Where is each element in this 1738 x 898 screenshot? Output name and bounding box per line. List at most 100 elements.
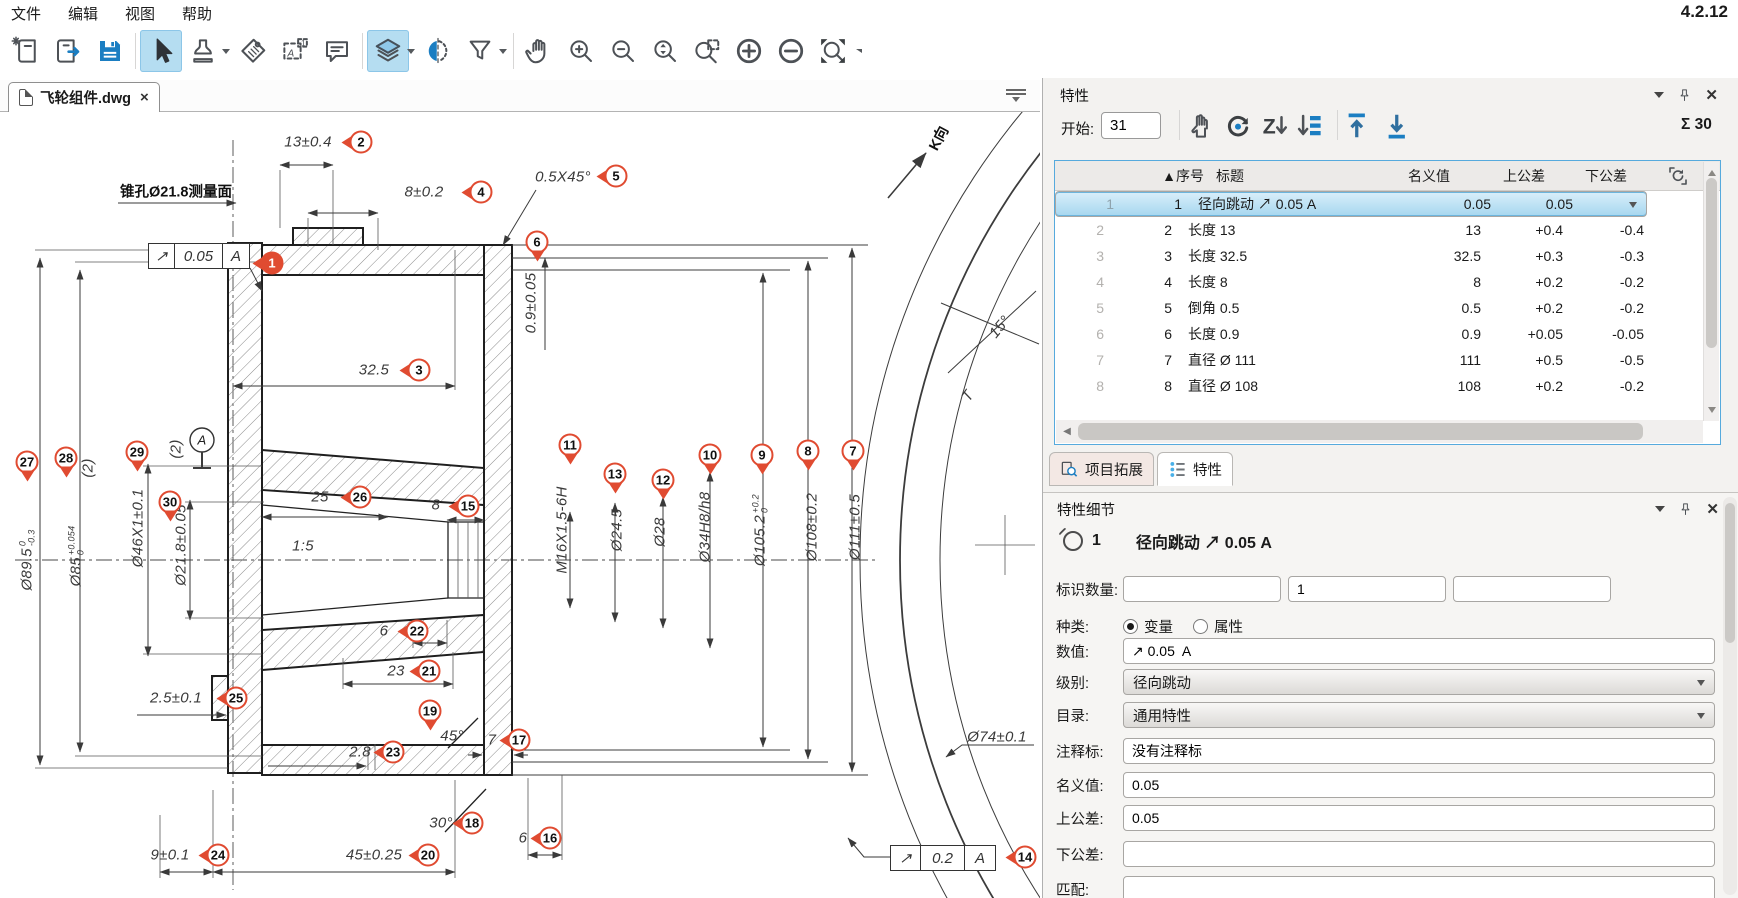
table-row[interactable]: 33长度 32.532.5+0.3-0.3 — [1055, 243, 1720, 269]
catalog-select[interactable]: 通用特性 — [1123, 702, 1715, 728]
detail-vertical-scrollbar[interactable] — [1723, 497, 1737, 895]
filter-dropdown-caret[interactable] — [499, 49, 507, 58]
panel-pin-icon[interactable] — [1677, 88, 1692, 103]
balloon-17[interactable]: 17 — [500, 729, 531, 752]
id-count-input-2[interactable] — [1288, 576, 1446, 602]
tab-close-icon[interactable]: × — [140, 89, 149, 106]
id-count-input-1[interactable] — [1123, 576, 1281, 602]
sort-z-icon[interactable]: Z — [1259, 111, 1289, 141]
scroll-left-arrow[interactable]: ◀ — [1056, 420, 1078, 443]
mirror-button[interactable] — [417, 30, 459, 72]
balloon-15[interactable]: 15 — [449, 495, 480, 518]
col-seq[interactable]: ▲序号 — [1120, 166, 1208, 186]
note-input[interactable] — [1123, 738, 1715, 764]
save-button[interactable] — [89, 30, 131, 72]
characteristics-table[interactable]: ▲序号 标题 名义值 上公差 下公差 11径向跳动 ↗ 0.05 A0.050.… — [1054, 160, 1721, 445]
hscroll-thumb[interactable] — [1078, 423, 1643, 440]
menu-item-视图[interactable]: 视图 — [125, 3, 155, 23]
col-lower[interactable]: 下公差 — [1575, 166, 1656, 186]
menu-item-文件[interactable]: 文件 — [11, 3, 41, 23]
zoom-out-button[interactable] — [602, 30, 644, 72]
balloon-25[interactable]: 25 — [217, 687, 248, 710]
balloon-9[interactable]: 9 — [751, 444, 774, 475]
increase-button[interactable] — [728, 30, 770, 72]
zoom-window-button[interactable] — [686, 30, 728, 72]
balloon-22[interactable]: 22 — [398, 620, 429, 643]
scroll-down-arrow[interactable] — [1708, 407, 1716, 417]
balloon-28[interactable]: 28 — [55, 447, 78, 478]
balloon-26[interactable]: 26 — [341, 486, 372, 509]
drawing-canvas[interactable]: .part{fill:url(#hatch);stroke:#1f1f1f;st… — [0, 112, 1040, 898]
balloon-6[interactable]: 6 — [526, 231, 549, 262]
id-count-input-3[interactable] — [1453, 576, 1611, 602]
filter-button[interactable] — [459, 30, 501, 72]
radio-attribute[interactable]: 属性 — [1193, 616, 1243, 637]
panel-close-icon[interactable]: ✕ — [1706, 500, 1719, 518]
balloon-27[interactable]: 27 — [16, 451, 39, 482]
balloon-14[interactable]: 14 — [1006, 846, 1037, 869]
open-document-button[interactable] — [47, 30, 89, 72]
upper-tolerance-input[interactable] — [1123, 805, 1715, 831]
value-input[interactable] — [1123, 638, 1715, 664]
layers-button[interactable] — [367, 30, 409, 72]
balloon-24[interactable]: 24 — [199, 844, 230, 867]
col-title[interactable]: 标题 — [1208, 166, 1398, 186]
stamp-dropdown-caret[interactable] — [222, 49, 230, 58]
tag-button[interactable] — [232, 30, 274, 72]
renumber-icon[interactable] — [1223, 111, 1253, 141]
table-row[interactable]: 66长度 0.90.9+0.05-0.05 — [1055, 321, 1720, 347]
balloon-19[interactable]: 19 — [419, 700, 442, 731]
radio-variable[interactable]: 变量 — [1123, 616, 1173, 637]
scroll-thumb[interactable] — [1725, 503, 1735, 643]
zoom-in-button[interactable] — [560, 30, 602, 72]
select-cursor-button[interactable] — [140, 30, 182, 72]
balloon-2[interactable]: 2 — [342, 131, 373, 154]
table-row[interactable]: 55倒角 0.50.5+0.2-0.2 — [1055, 295, 1720, 321]
balloon-20[interactable]: 20 — [409, 844, 440, 867]
decrease-button[interactable] — [770, 30, 812, 72]
pan-hand-button[interactable] — [518, 30, 560, 72]
menu-item-帮助[interactable]: 帮助 — [182, 3, 212, 23]
move-bottom-icon[interactable] — [1383, 111, 1413, 141]
table-horizontal-scrollbar[interactable]: ◀ — [1056, 420, 1703, 443]
zoom-selection-button[interactable] — [644, 30, 686, 72]
new-document-button[interactable] — [5, 30, 47, 72]
balloon-21[interactable]: 21 — [410, 660, 441, 683]
balloon-5[interactable]: 5 — [597, 165, 628, 188]
match-input[interactable] — [1123, 876, 1715, 898]
table-row[interactable]: 22长度 1313+0.4-0.4 — [1055, 217, 1720, 243]
panel-dropdown-icon[interactable] — [1655, 506, 1665, 517]
document-tab[interactable]: 飞轮组件.dwg × — [8, 82, 160, 112]
table-row[interactable]: 44长度 88+0.2-0.2 — [1055, 269, 1720, 295]
start-input[interactable] — [1101, 112, 1161, 139]
balloon-13[interactable]: 13 — [604, 463, 627, 494]
panel-dropdown-icon[interactable] — [1654, 92, 1664, 103]
balloon-11[interactable]: 11 — [559, 434, 582, 465]
balloon-7[interactable]: 7 — [842, 440, 865, 471]
table-row[interactable]: 88直径 Ø 108108+0.2-0.2 — [1055, 373, 1720, 399]
balloon-23[interactable]: 23 — [374, 741, 405, 764]
balloon-10[interactable]: 10 — [699, 444, 722, 475]
zoom-extents-button[interactable] — [812, 30, 854, 72]
col-upper[interactable]: 上公差 — [1493, 166, 1575, 186]
table-row[interactable]: 77直径 Ø 111111+0.5-0.5 — [1055, 347, 1720, 373]
panel-pin-icon[interactable] — [1678, 502, 1693, 517]
table-row[interactable]: 11径向跳动 ↗ 0.05 A0.050.05 — [1055, 191, 1647, 217]
balloon-29[interactable]: 29 — [126, 441, 149, 472]
stamp-balloon-button[interactable] — [182, 30, 224, 72]
table-vertical-scrollbar[interactable] — [1703, 162, 1719, 421]
move-top-icon[interactable] — [1343, 111, 1373, 141]
pick-balloon-icon[interactable] — [1185, 111, 1215, 141]
tab-list-menu-icon[interactable] — [1006, 87, 1026, 105]
scroll-up-arrow[interactable] — [1708, 166, 1716, 176]
balloon-16[interactable]: 16 — [531, 827, 562, 850]
balloon-18[interactable]: 18 — [453, 812, 484, 835]
level-select[interactable]: 径向跳动 — [1123, 669, 1715, 695]
lower-tolerance-input[interactable] — [1123, 841, 1715, 867]
panel-close-icon[interactable]: ✕ — [1705, 86, 1718, 104]
balloon-12[interactable]: 12 — [652, 469, 675, 500]
capture-region-button[interactable]: A1 — [274, 30, 316, 72]
sort-list-icon[interactable] — [1295, 111, 1325, 141]
balloon-style-icon[interactable] — [1668, 166, 1688, 186]
col-nominal[interactable]: 名义值 — [1398, 166, 1493, 186]
